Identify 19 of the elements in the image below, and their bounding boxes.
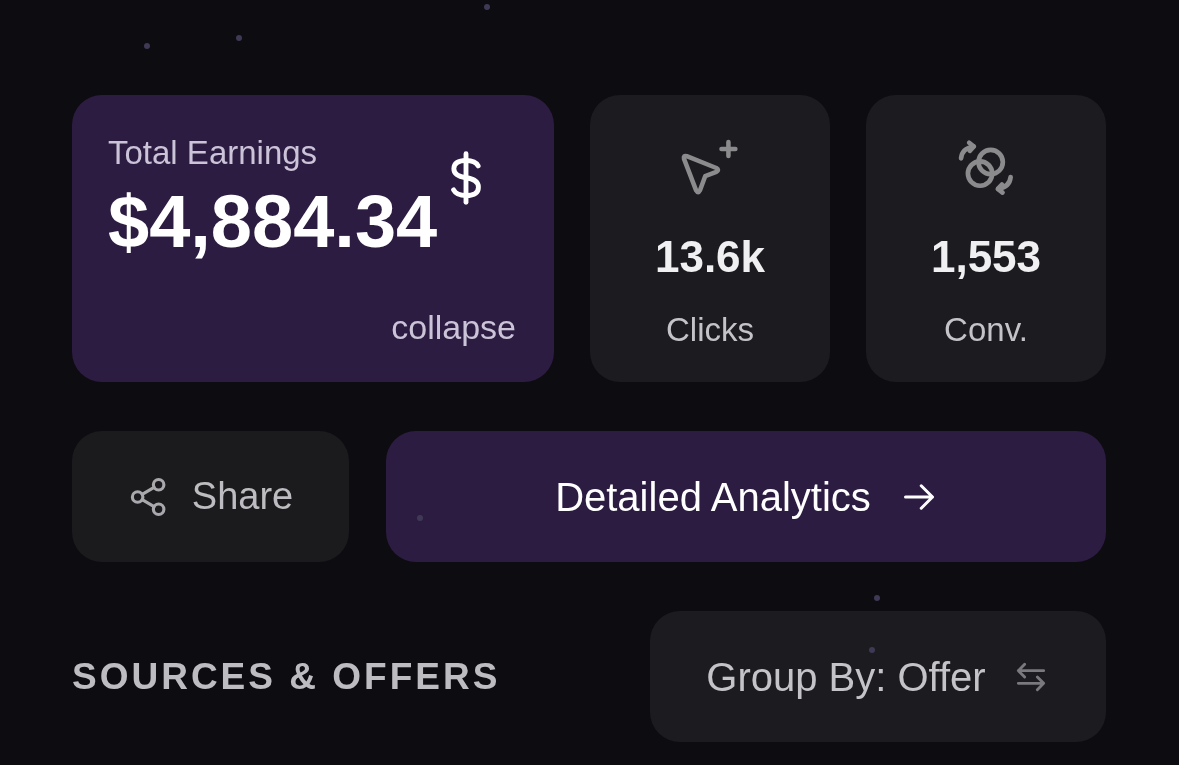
stat-label: Conv. <box>944 313 1028 346</box>
detailed-analytics-button[interactable]: Detailed Analytics <box>386 431 1106 562</box>
earnings-label: Total Earnings <box>108 135 318 172</box>
group-by-button[interactable]: Group By: Offer <box>650 611 1106 742</box>
stat-label: Clicks <box>666 313 754 346</box>
dot-icon <box>144 43 150 49</box>
collapse-link[interactable]: collapse <box>391 310 516 344</box>
stat-value: 13.6k <box>654 235 766 279</box>
dot-icon <box>869 647 875 653</box>
stat-value: 1,553 <box>930 235 1042 279</box>
cursor-plus-icon <box>681 139 739 197</box>
dot-icon <box>484 4 490 10</box>
share-button[interactable]: Share <box>72 431 349 562</box>
section-heading: SOURCES & OFFERS <box>72 658 501 695</box>
dot-icon <box>874 595 880 601</box>
rings-arrows-icon <box>957 139 1015 197</box>
dot-icon <box>417 515 423 521</box>
dot-icon <box>236 35 242 41</box>
earnings-value: $4,884.34 <box>108 185 438 260</box>
